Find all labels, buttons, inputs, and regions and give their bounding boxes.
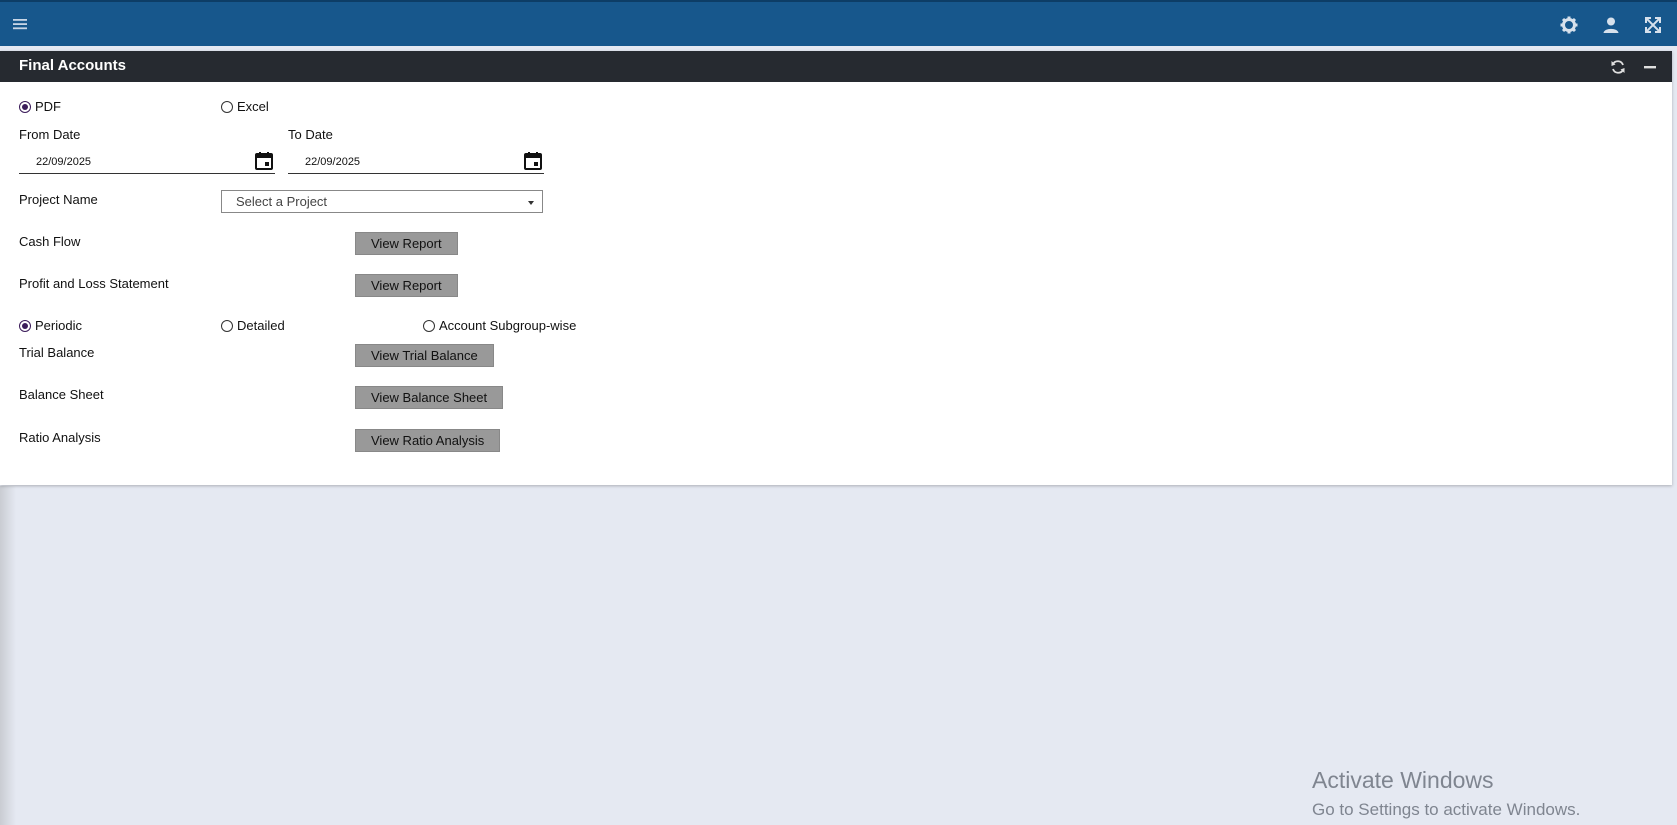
subgroup-radio[interactable]: Account Subgroup-wise (423, 318, 576, 333)
left-edge-shadow (0, 486, 16, 825)
from-date-input[interactable]: 22/09/2025 (19, 150, 275, 174)
to-date-label: To Date (288, 127, 333, 142)
detailed-radio[interactable]: Detailed (221, 318, 285, 333)
view-cash-flow-button[interactable]: View Report (355, 232, 458, 255)
radio-dot (221, 319, 233, 332)
minimize-icon[interactable] (1642, 59, 1658, 75)
calendar-icon[interactable] (253, 150, 275, 172)
to-date-input[interactable]: 22/09/2025 (288, 150, 544, 174)
view-ratio-analysis-button[interactable]: View Ratio Analysis (355, 429, 501, 452)
periodic-radio-label: Periodic (35, 318, 82, 333)
hamburger-icon[interactable] (12, 16, 28, 32)
watermark-subtitle: Go to Settings to activate Windows. (1312, 800, 1581, 819)
top-navbar (0, 0, 1677, 46)
radio-dot (19, 319, 31, 332)
balance-sheet-label: Balance Sheet (19, 387, 104, 402)
radio-dot (221, 100, 233, 113)
view-trial-balance-button[interactable]: View Trial Balance (355, 344, 494, 367)
periodic-radio[interactable]: Periodic (19, 318, 82, 333)
radio-dot (19, 100, 31, 113)
view-profit-loss-button[interactable]: View Report (355, 274, 458, 297)
trial-balance-label: Trial Balance (19, 345, 95, 360)
profit-loss-label: Profit and Loss Statement (19, 276, 169, 291)
cash-flow-label: Cash Flow (19, 234, 81, 249)
project-name-label: Project Name (19, 192, 98, 207)
detailed-radio-label: Detailed (237, 318, 285, 333)
excel-radio-label: Excel (237, 99, 269, 114)
activate-windows-watermark: Activate Windows Go to Settings to activ… (1312, 767, 1580, 820)
pdf-radio-label: PDF (35, 99, 61, 114)
panel-tools (1610, 59, 1658, 75)
gear-icon[interactable] (1559, 15, 1579, 35)
radio-dot (423, 319, 435, 332)
chevron-down-icon (528, 201, 534, 205)
topbar-actions (1559, 15, 1663, 35)
excel-radio[interactable]: Excel (221, 99, 269, 114)
calendar-icon[interactable] (522, 150, 544, 172)
from-date-label: From Date (19, 127, 81, 142)
to-date-value: 22/09/2025 (305, 155, 361, 168)
expand-icon[interactable] (1643, 15, 1663, 35)
view-balance-sheet-button[interactable]: View Balance Sheet (355, 386, 504, 409)
refresh-icon[interactable] (1610, 59, 1626, 75)
user-icon[interactable] (1601, 15, 1621, 35)
ratio-analysis-label: Ratio Analysis (19, 430, 101, 445)
project-select[interactable]: Select a Project (221, 190, 543, 213)
subgroup-radio-label: Account Subgroup-wise (439, 318, 577, 333)
watermark-title: Activate Windows (1312, 767, 1494, 793)
panel-header: Final Accounts (0, 51, 1672, 82)
from-date-value: 22/09/2025 (36, 155, 92, 168)
panel-title: Final Accounts (19, 57, 126, 74)
project-select-placeholder: Select a Project (236, 194, 328, 209)
pdf-radio[interactable]: PDF (19, 99, 61, 114)
final-accounts-panel: Final Accounts (0, 51, 1672, 485)
